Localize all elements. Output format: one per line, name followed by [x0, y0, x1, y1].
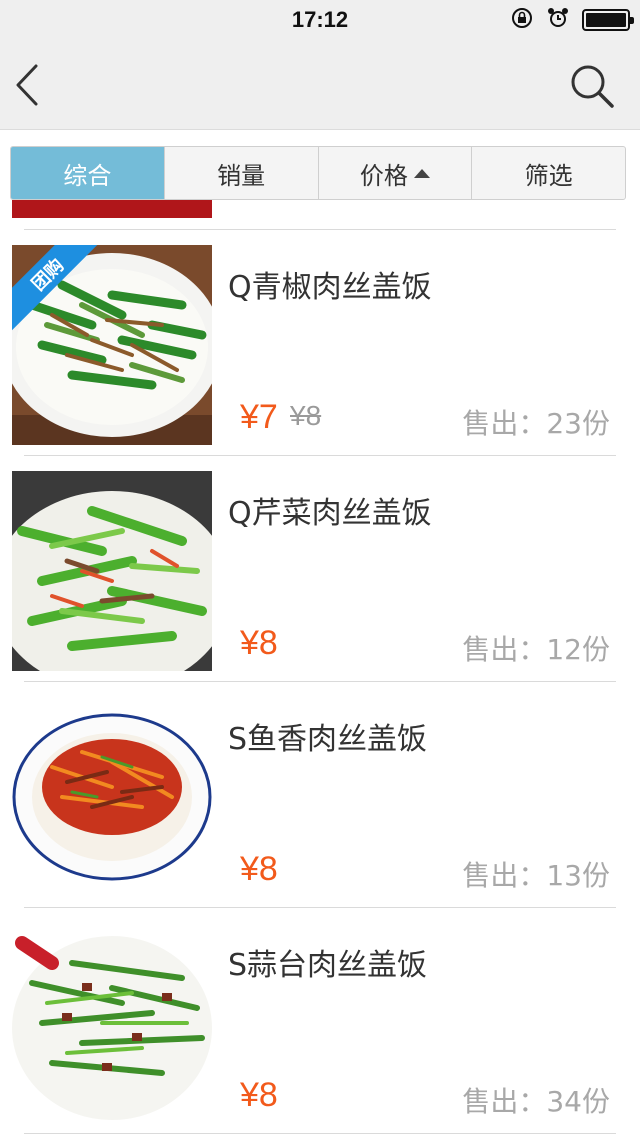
- search-icon: [571, 65, 614, 108]
- tab-filter[interactable]: 筛选: [471, 147, 625, 199]
- item-price: ¥8: [240, 624, 278, 662]
- sort-up-icon: [413, 168, 430, 178]
- sort-tabs: 综合 销量 价格 筛选: [10, 146, 626, 200]
- tab-label: 价格: [359, 161, 408, 190]
- nav-bar: [0, 40, 640, 130]
- food-image: [12, 471, 212, 671]
- item-price: ¥8: [240, 850, 278, 888]
- list-item-partial: [0, 200, 640, 230]
- status-time: 17:12: [291, 7, 349, 32]
- battery-level: [586, 13, 626, 27]
- divider: [24, 1133, 616, 1134]
- list-item[interactable]: 团购 Q青椒肉丝盖饭 ¥7 ¥8 售出：23份: [0, 230, 640, 456]
- back-button[interactable]: [10, 60, 50, 110]
- item-original-price: ¥8: [290, 400, 322, 431]
- item-sold-count: 售出：23份: [462, 407, 610, 440]
- rotation-lock-icon: [510, 6, 534, 34]
- chevron-left-icon: [16, 64, 38, 106]
- search-button[interactable]: [568, 62, 616, 110]
- item-sold-count: 售出：12份: [462, 633, 610, 666]
- list-item[interactable]: S蒜台肉丝盖饭 ¥8 售出：34份: [0, 908, 640, 1134]
- item-sold-count: 售出：34份: [462, 1085, 610, 1118]
- item-title: S蒜台肉丝盖饭: [228, 948, 428, 983]
- food-image: [12, 923, 212, 1123]
- item-title: Q芹菜肉丝盖饭: [228, 496, 432, 531]
- item-price: ¥7: [240, 398, 278, 436]
- list-item[interactable]: Q芹菜肉丝盖饭 ¥8 售出：12份: [0, 456, 640, 682]
- item-price: ¥8: [240, 1076, 278, 1114]
- item-title: S鱼香肉丝盖饭: [228, 722, 428, 757]
- tab-label: 销量: [217, 161, 266, 190]
- item-title: Q青椒肉丝盖饭: [228, 270, 432, 305]
- status-icons: [510, 6, 634, 34]
- product-list: 团购 Q青椒肉丝盖饭 ¥7 ¥8 售出：23份 Q芹菜肉丝盖饭 ¥8 售出：12…: [0, 200, 640, 1136]
- alarm-icon: [546, 6, 570, 34]
- food-image: 团购: [12, 245, 212, 445]
- tab-price[interactable]: 价格: [317, 147, 472, 199]
- partial-thumbnail: [12, 200, 212, 218]
- list-item[interactable]: S鱼香肉丝盖饭 ¥8 售出：13份: [0, 682, 640, 908]
- status-bar: 17:12: [0, 0, 640, 40]
- tab-label: 综合: [63, 161, 112, 190]
- battery-icon: [582, 9, 634, 31]
- tab-comprehensive[interactable]: 综合: [11, 147, 164, 199]
- tab-label: 筛选: [524, 161, 573, 190]
- tab-sales[interactable]: 销量: [163, 147, 318, 199]
- item-sold-count: 售出：13份: [462, 859, 610, 892]
- food-image: [12, 697, 212, 897]
